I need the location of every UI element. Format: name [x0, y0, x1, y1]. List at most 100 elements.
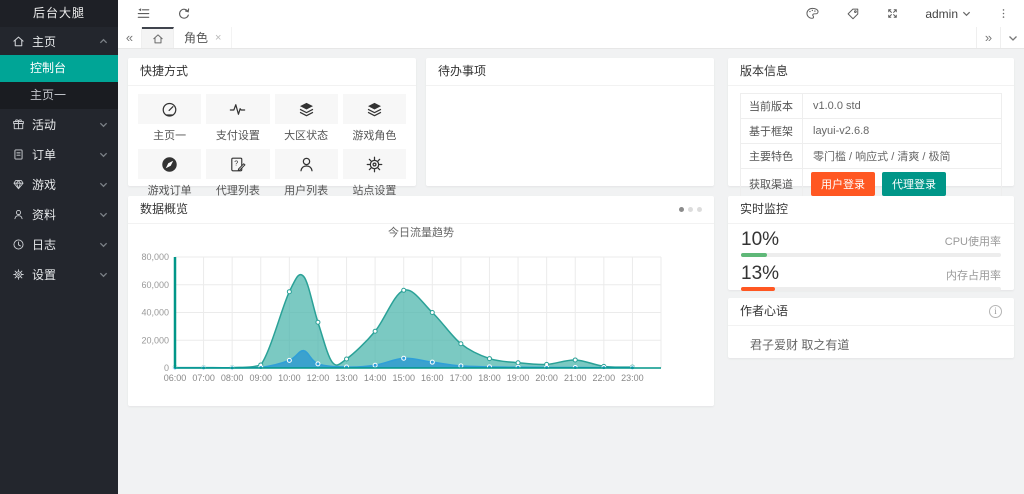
quick-item-payment-settings[interactable]: 支付设置 — [206, 94, 270, 143]
svg-text:80,000: 80,000 — [141, 252, 169, 262]
tabs-scroll-right[interactable]: » — [976, 27, 1000, 48]
quick-item-region-status[interactable]: 大区状态 — [274, 94, 338, 143]
cpu-progress-fill — [741, 253, 767, 257]
svg-text:14:00: 14:00 — [364, 373, 387, 383]
svg-text:0: 0 — [164, 363, 169, 373]
quick-item-site-settings[interactable]: 站点设置 — [342, 149, 406, 198]
sidebar-item-games[interactable]: 游戏 — [0, 169, 118, 199]
svg-text:16:00: 16:00 — [421, 373, 444, 383]
table-row: 当前版本 v1.0.0 std — [741, 94, 1001, 118]
quick-item-home-one[interactable]: 主页一 — [138, 94, 202, 143]
svg-text:22:00: 22:00 — [593, 373, 616, 383]
svg-text:13:00: 13:00 — [335, 373, 358, 383]
progress-track — [741, 253, 1001, 257]
table-row: 主要特色 零门槛 / 响应式 / 清爽 / 极简 — [741, 143, 1001, 168]
top-header: admin — [118, 0, 1024, 27]
card-title: 数据概览 — [140, 202, 189, 216]
sidebar-item-home-one[interactable]: 主页一 — [0, 82, 118, 109]
chevron-down-icon — [99, 120, 108, 129]
sidebar-item-label: 日志 — [32, 237, 57, 252]
sidebar-item-label: 设置 — [32, 267, 57, 282]
cpu-label: CPU使用率 — [944, 236, 1001, 248]
card-author-quote: 作者心语 i 君子爱财 取之有道 — [728, 298, 1014, 358]
quick-item-agent-list[interactable]: ? 代理列表 — [206, 149, 270, 198]
card-realtime-monitor: 实时监控 10% CPU使用率 13% 内存占用率 — [728, 196, 1014, 291]
svg-text:09:00: 09:00 — [249, 373, 272, 383]
sidebar-item-logs[interactable]: 日志 — [0, 229, 118, 259]
clock-icon — [12, 238, 25, 251]
carousel-dot[interactable] — [688, 207, 693, 212]
svg-text:07:00: 07:00 — [192, 373, 215, 383]
svg-text:40,000: 40,000 — [141, 308, 169, 318]
monitor-row-cpu: 10% CPU使用率 — [741, 229, 1001, 251]
chevron-down-icon — [962, 9, 971, 18]
tag-icon[interactable] — [846, 7, 860, 21]
home-icon — [12, 35, 25, 48]
carousel-dot[interactable] — [679, 207, 684, 212]
tab-home[interactable] — [142, 27, 174, 48]
person-icon — [274, 149, 338, 179]
username: admin — [925, 6, 958, 21]
sidebar-item-profile[interactable]: 资料 — [0, 199, 118, 229]
gift-icon — [12, 118, 25, 131]
quote-text: 君子爱财 取之有道 — [750, 338, 850, 352]
svg-text:?: ? — [235, 159, 239, 167]
traffic-trend-chart: 0 20,000 40,000 60,000 80,000 06:00 07:00 08:00… — [141, 225, 662, 383]
sidebar-item-settings[interactable]: 设置 — [0, 259, 118, 289]
theme-palette-icon[interactable] — [805, 6, 820, 21]
survey-icon: ? — [206, 149, 270, 179]
memory-progress-fill — [741, 287, 775, 291]
svg-text:10:00: 10:00 — [278, 373, 301, 383]
card-title: 实时监控 — [728, 196, 1014, 224]
info-icon[interactable]: i — [989, 305, 1002, 318]
sidebar-item-orders[interactable]: 订单 — [0, 139, 118, 169]
card-version-info: 版本信息 当前版本 v1.0.0 std 基于框架 layui-v2.6.8 主… — [728, 58, 1014, 200]
quick-item-game-orders[interactable]: 游戏订单 — [138, 149, 202, 198]
compass-icon — [138, 149, 202, 179]
close-icon[interactable]: × — [215, 32, 221, 44]
user-icon — [12, 208, 25, 221]
more-vertical-icon[interactable] — [997, 7, 1010, 20]
chevron-down-icon — [99, 150, 108, 159]
sidebar: 后台大腿 主页 控制台 主页一 活动 订单 游戏 资料 日志 设置 — [0, 0, 118, 494]
gem-icon — [12, 178, 25, 191]
collapse-menu-icon[interactable] — [136, 6, 151, 21]
sidebar-item-activity[interactable]: 活动 — [0, 109, 118, 139]
svg-text:06:00: 06:00 — [164, 373, 187, 383]
chevron-down-icon — [99, 240, 108, 249]
sidebar-item-console[interactable]: 控制台 — [0, 55, 118, 82]
app-logo: 后台大腿 — [0, 0, 118, 27]
cpu-percent: 10% — [741, 229, 780, 250]
quick-item-user-list[interactable]: 用户列表 — [274, 149, 338, 198]
tabs-scroll-left[interactable]: « — [118, 27, 142, 48]
refresh-icon[interactable] — [177, 7, 191, 21]
card-title: 待办事项 — [426, 58, 714, 86]
version-table: 当前版本 v1.0.0 std 基于框架 layui-v2.6.8 主要特色 零… — [740, 93, 1002, 200]
card-data-overview: 数据概览 0 20,000 40,000 60,000 80,000 06:00 07:00… — [128, 196, 714, 406]
table-row: 基于框架 layui-v2.6.8 — [741, 118, 1001, 143]
user-menu[interactable]: admin — [925, 7, 971, 21]
carousel-dots — [679, 207, 702, 212]
progress-track — [741, 287, 1001, 291]
sidebar-item-home[interactable]: 主页 — [0, 27, 118, 55]
agent-login-button[interactable]: 代理登录 — [882, 172, 946, 196]
card-quick-shortcuts: 快捷方式 主页一 支付设置 大区状态 游戏角色 游戏订单 ? 代理列表 用户列表… — [128, 58, 416, 197]
layers-icon — [342, 94, 406, 124]
tabs-menu-caret[interactable] — [1000, 27, 1024, 48]
svg-text:21:00: 21:00 — [564, 373, 587, 383]
gear-icon — [12, 268, 25, 281]
fullscreen-icon[interactable] — [886, 7, 899, 20]
svg-text:20,000: 20,000 — [141, 335, 169, 345]
tab-role[interactable]: 角色 × — [174, 27, 233, 48]
memory-percent: 13% — [741, 263, 780, 284]
sidebar-menu: 活动 订单 游戏 资料 日志 设置 — [0, 109, 118, 289]
svg-text:18:00: 18:00 — [478, 373, 501, 383]
chevron-down-icon — [99, 180, 108, 189]
sidebar-item-label: 资料 — [32, 207, 57, 222]
chevron-down-icon — [99, 210, 108, 219]
user-login-button[interactable]: 用户登录 — [811, 172, 875, 196]
carousel-dot[interactable] — [697, 207, 702, 212]
chevron-down-icon — [99, 270, 108, 279]
chevron-down-icon — [1008, 35, 1017, 41]
quick-item-game-roles[interactable]: 游戏角色 — [342, 94, 406, 143]
